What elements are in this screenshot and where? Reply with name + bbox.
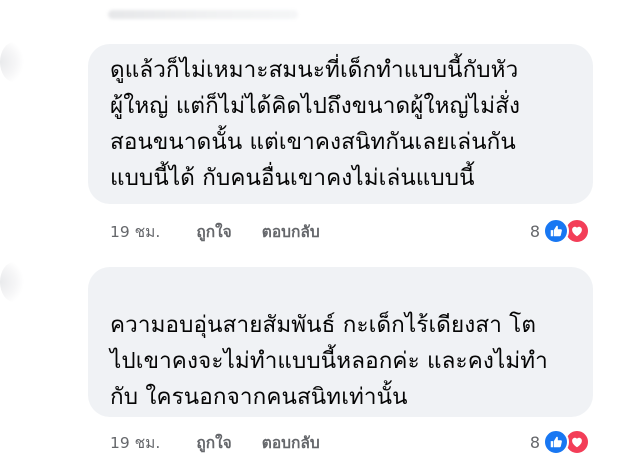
comment-line: ดูแล้วก็ไม่เหมาะสมนะที่เด็กทำแบบนี้กับหั… xyxy=(110,57,519,83)
reply-button[interactable]: ตอบกลับ xyxy=(262,430,320,455)
comment-line: ผู้ใหญ่ แต่ก็ไม่ได้คิดไปถึงขนาดผู้ใหญ่ไม… xyxy=(110,93,521,119)
comment-bubble: ดูแล้วก็ไม่เหมาะสมนะที่เด็กทำแบบนี้กับหั… xyxy=(88,44,593,204)
reaction-count[interactable]: 8 xyxy=(530,222,540,241)
comment-timestamp[interactable]: 19 ชม. xyxy=(110,219,160,244)
comment-timestamp[interactable]: 19 ชม. xyxy=(110,430,160,455)
avatar-edge-shadow xyxy=(0,262,28,302)
like-icon xyxy=(543,218,569,244)
reaction-summary[interactable] xyxy=(543,429,590,455)
like-button[interactable]: ถูกใจ xyxy=(196,219,231,244)
comment-line: สอนขนาดนั้น แต่เขาคงสนิทกันเลยเล่นกัน xyxy=(110,129,516,155)
reaction-count[interactable]: 8 xyxy=(530,433,540,452)
comment-thread: ดูแล้วก็ไม่เหมาะสมนะที่เด็กทำแบบนี้กับหั… xyxy=(0,0,630,470)
comment-line: กับ ใครนอกจากคนสนิทเท่านั้น xyxy=(110,384,408,410)
reaction-summary[interactable] xyxy=(543,218,590,244)
comment-text: ดูแล้วก็ไม่เหมาะสมนะที่เด็กทำแบบนี้กับหั… xyxy=(110,44,573,196)
reply-button[interactable]: ตอบกลับ xyxy=(262,219,320,244)
comment-actions: 19 ชม. ถูกใจ ตอบกลับ 8 xyxy=(110,429,590,455)
comment-actions: 19 ชม. ถูกใจ ตอบกลับ 8 xyxy=(110,218,590,244)
comment-bubble: ความอบอุ่นสายสัมพันธ์ กะเด็กไร้เดียงสา โ… xyxy=(88,267,593,417)
comment-line: ความอบอุ่นสายสัมพันธ์ กะเด็กไร้เดียงสา โ… xyxy=(110,312,537,338)
comment-line: แบบนี้ได้ กับคนอื่นเขาคงไม่เล่นแบบนี้ xyxy=(110,165,475,191)
comment-line: ไปเขาคงจะไม่ทำแบบนี้หลอกค่ะ และคงไม่ทำ xyxy=(110,348,548,374)
comment-text: ความอบอุ่นสายสัมพันธ์ กะเด็กไร้เดียงสา โ… xyxy=(110,267,573,415)
like-icon xyxy=(543,429,569,455)
blurred-commenter-name xyxy=(108,10,298,19)
like-button[interactable]: ถูกใจ xyxy=(196,430,231,455)
avatar-edge-shadow xyxy=(0,42,28,82)
